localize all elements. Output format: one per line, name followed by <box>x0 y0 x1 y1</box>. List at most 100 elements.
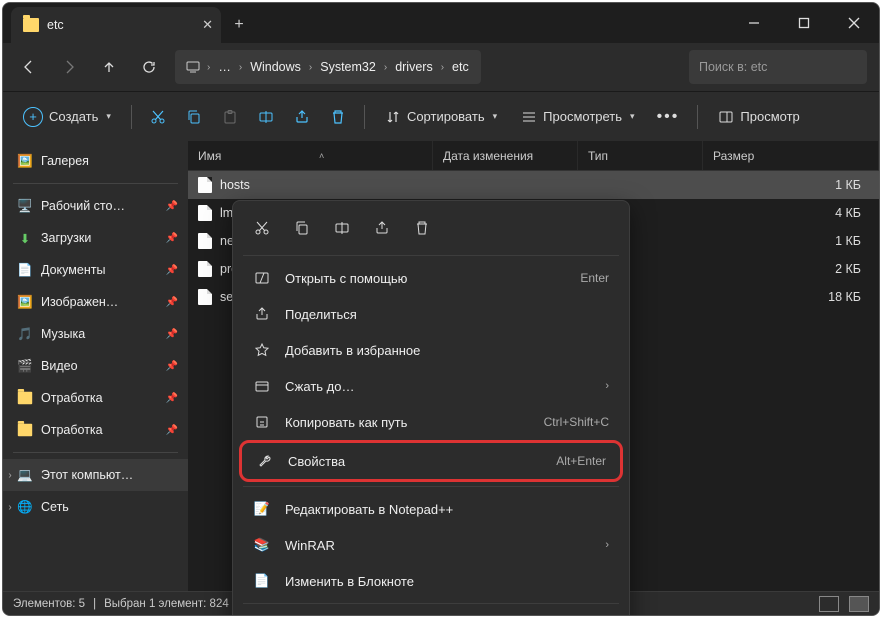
sidebar-item-downloads[interactable]: ⬇Загрузки📌 <box>3 222 188 254</box>
forward-button[interactable] <box>51 49 87 85</box>
crumb-drivers[interactable]: drivers <box>393 58 435 76</box>
sidebar-item-folder1[interactable]: Отработка📌 <box>3 382 188 414</box>
star-icon <box>253 341 271 359</box>
chevron-down-icon: ▾ <box>630 111 635 122</box>
sidebar-item-pictures[interactable]: 🖼️Изображен…📌 <box>3 286 188 318</box>
chevron-right-icon[interactable]: › <box>3 502 17 513</box>
cut-button[interactable] <box>142 99 174 135</box>
chevron-right-icon: › <box>207 62 210 73</box>
copy-button[interactable] <box>178 99 210 135</box>
sort-asc-icon: ˄ <box>319 151 324 161</box>
delete-button[interactable] <box>322 99 354 135</box>
folder-icon <box>23 18 39 32</box>
rename-button[interactable] <box>250 99 282 135</box>
sidebar-item-network[interactable]: ›🌐Сеть <box>3 491 188 523</box>
col-name[interactable]: Имя˄ <box>188 141 433 170</box>
ctx-cut-button[interactable] <box>243 211 281 245</box>
tab-etc[interactable]: etc ✕ <box>11 7 221 43</box>
navbar: › … › Windows › System32 › drivers › etc… <box>3 43 879 91</box>
preview-icon <box>718 109 734 125</box>
ctx-notepad[interactable]: 📄 Изменить в Блокноте <box>239 563 623 599</box>
share-button[interactable] <box>286 99 318 135</box>
column-headers: Имя˄ Дата изменения Тип Размер <box>188 141 879 171</box>
pin-icon: 📌 <box>166 393 178 404</box>
view-details-button[interactable] <box>819 596 839 612</box>
file-icon <box>198 261 212 277</box>
pin-icon: 📌 <box>166 233 178 244</box>
chevron-right-icon[interactable]: › <box>3 470 17 481</box>
preview-button[interactable]: Просмотр <box>708 99 809 135</box>
crumb-system32[interactable]: System32 <box>318 58 378 76</box>
crumb-windows[interactable]: Windows <box>248 58 303 76</box>
folder-icon <box>17 390 33 406</box>
ctx-open-with[interactable]: Открыть с помощью Enter <box>239 260 623 296</box>
ctx-copy-path[interactable]: Копировать как путь Ctrl+Shift+C <box>239 404 623 440</box>
archive-icon <box>253 377 271 395</box>
file-row[interactable]: hosts 1 КБ <box>188 171 879 199</box>
sidebar-item-documents[interactable]: 📄Документы📌 <box>3 254 188 286</box>
view-large-button[interactable] <box>849 596 869 612</box>
search-input[interactable]: Поиск в: etc <box>689 50 867 84</box>
videos-icon: 🎬 <box>17 358 33 374</box>
divider <box>13 183 178 184</box>
ctx-more-options[interactable]: Показать дополнительные параметры <box>239 608 623 616</box>
close-tab-icon[interactable]: ✕ <box>202 17 213 33</box>
chevron-down-icon: ▾ <box>106 111 111 122</box>
downloads-icon: ⬇ <box>17 230 33 246</box>
explorer-window: etc ✕ + › … › Windows › System32 › drive… <box>2 2 880 616</box>
ctx-notepadpp[interactable]: 📝 Редактировать в Notepad++ <box>239 491 623 527</box>
pc-icon <box>185 59 201 75</box>
sidebar: 🖼️Галерея 🖥️Рабочий сто…📌 ⬇Загрузки📌 📄До… <box>3 141 188 591</box>
close-button[interactable] <box>829 3 879 43</box>
context-quick-actions <box>237 207 625 251</box>
ctx-share-button[interactable] <box>363 211 401 245</box>
col-type[interactable]: Тип <box>578 141 703 170</box>
ctx-share[interactable]: Поделиться <box>239 296 623 332</box>
create-button[interactable]: + Создать ▾ <box>13 99 121 135</box>
wrench-icon <box>256 452 274 470</box>
chevron-right-icon: › <box>605 539 609 551</box>
ctx-delete-button[interactable] <box>403 211 441 245</box>
more-button[interactable]: ••• <box>649 99 688 135</box>
crumb-etc[interactable]: etc <box>450 58 471 76</box>
pin-icon: 📌 <box>166 329 178 340</box>
paste-button[interactable] <box>214 99 246 135</box>
winrar-icon: 📚 <box>253 536 271 554</box>
file-icon <box>198 233 212 249</box>
ctx-favorite[interactable]: Добавить в избранное <box>239 332 623 368</box>
sidebar-item-music[interactable]: 🎵Музыка📌 <box>3 318 188 350</box>
sidebar-item-videos[interactable]: 🎬Видео📌 <box>3 350 188 382</box>
address-bar[interactable]: › … › Windows › System32 › drivers › etc <box>175 50 481 84</box>
sidebar-item-desktop[interactable]: 🖥️Рабочий сто…📌 <box>3 190 188 222</box>
chevron-right-icon: › <box>309 62 312 73</box>
sidebar-item-thispc[interactable]: ›💻Этот компьют… <box>3 459 188 491</box>
col-date[interactable]: Дата изменения <box>433 141 578 170</box>
col-size[interactable]: Размер <box>703 141 879 170</box>
ctx-compress[interactable]: Сжать до… › <box>239 368 623 404</box>
documents-icon: 📄 <box>17 262 33 278</box>
back-button[interactable] <box>11 49 47 85</box>
pictures-icon: 🖼️ <box>17 294 33 310</box>
ctx-winrar[interactable]: 📚 WinRAR › <box>239 527 623 563</box>
sidebar-item-folder2[interactable]: Отработка📌 <box>3 414 188 446</box>
crumb-ellipsis[interactable]: … <box>216 58 233 76</box>
divider <box>697 105 698 129</box>
sidebar-item-gallery[interactable]: 🖼️Галерея <box>3 145 188 177</box>
ctx-copy-button[interactable] <box>283 211 321 245</box>
pin-icon: 📌 <box>166 265 178 276</box>
notepadpp-icon: 📝 <box>253 500 271 518</box>
chevron-right-icon: › <box>441 62 444 73</box>
ctx-rename-button[interactable] <box>323 211 361 245</box>
new-tab-button[interactable]: + <box>221 7 257 43</box>
ctx-properties[interactable]: Свойства Alt+Enter <box>239 440 623 482</box>
sort-button[interactable]: Сортировать ▾ <box>375 99 507 135</box>
plus-circle-icon: + <box>23 107 43 127</box>
chevron-right-icon: › <box>239 62 242 73</box>
chevron-down-icon: ▾ <box>493 111 498 122</box>
refresh-button[interactable] <box>131 49 167 85</box>
minimize-button[interactable] <box>729 3 779 43</box>
music-icon: 🎵 <box>17 326 33 342</box>
maximize-button[interactable] <box>779 3 829 43</box>
view-button[interactable]: Просмотреть ▾ <box>511 99 644 135</box>
up-button[interactable] <box>91 49 127 85</box>
